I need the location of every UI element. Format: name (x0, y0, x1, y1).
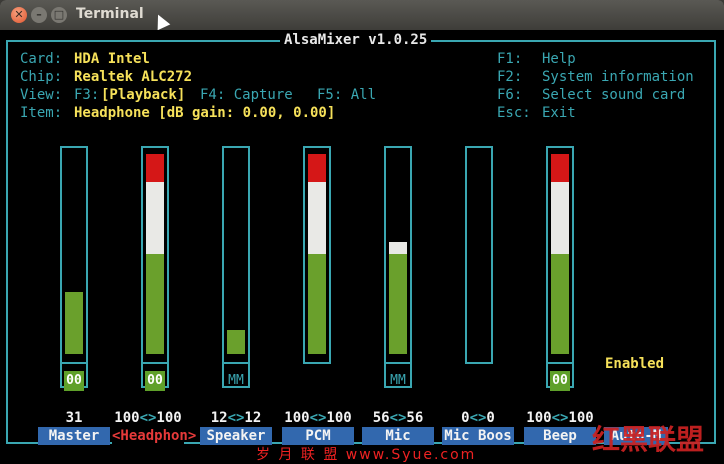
key-f1: F1: (497, 51, 523, 67)
beep-enabled-status: Enabled (605, 356, 665, 372)
volume-value: 56<>56 (362, 410, 434, 426)
volume-level-bar (389, 154, 407, 354)
volume-slider-master[interactable] (60, 146, 88, 364)
chip-value: Realtek ALC272 (74, 69, 193, 85)
level-segment-g (551, 254, 569, 354)
mute-toggle[interactable]: 00 (145, 371, 165, 391)
volume-value: 12<>12 (200, 410, 272, 426)
channel-label[interactable]: Beep (524, 427, 596, 445)
volume-level-bar (227, 154, 245, 354)
volume-value-separator: <> (469, 410, 487, 426)
level-segment-g (227, 330, 245, 354)
volume-value: 31 (38, 410, 110, 426)
volume-level-bar (65, 154, 83, 354)
key-f6-desc: Select sound card (542, 87, 686, 103)
volume-level-bar (308, 154, 326, 354)
volume-value-left: 31 (65, 410, 83, 426)
level-segment-g (389, 254, 407, 354)
volume-value-right: 12 (244, 410, 262, 426)
level-segment-w (551, 182, 569, 254)
level-segment-g (308, 254, 326, 354)
channel-label[interactable]: Mic Boos (442, 427, 514, 445)
key-f6: F6: (497, 87, 523, 103)
volume-value-separator: <> (309, 410, 327, 426)
chip-label: Chip: (20, 69, 63, 85)
volume-value-separator: <> (227, 410, 245, 426)
volume-value-separator: <> (139, 410, 157, 426)
volume-value-left: 100 (114, 410, 140, 426)
item-value: Headphone [dB gain: 0.00, 0.00] (74, 105, 336, 121)
terminal-window: ✕ – □ Terminal AlsaMixer v1.0.25 Card: H… (0, 0, 724, 464)
watermark-text: 岁 月 联 盟 www.Syue.com (256, 447, 477, 463)
channel-label[interactable]: Mic (362, 427, 434, 445)
level-segment-w (389, 242, 407, 254)
mute-toggle[interactable]: 00 (550, 371, 570, 391)
view-f3-key: F3: (74, 87, 100, 103)
mute-toggle[interactable]: MM (388, 371, 408, 391)
volume-level-bar (551, 154, 569, 354)
volume-slider-micboos[interactable] (465, 146, 493, 364)
volume-value-left: 56 (372, 410, 390, 426)
item-label: Item: (20, 105, 63, 121)
volume-value-left: 12 (210, 410, 228, 426)
volume-slider-pcm[interactable] (303, 146, 331, 364)
view-capture[interactable]: F4: Capture (200, 86, 293, 104)
mute-toggle[interactable]: MM (226, 371, 246, 391)
volume-value-right: 100 (326, 410, 352, 426)
volume-slider-mic[interactable] (384, 146, 412, 364)
key-f1-desc: Help (542, 51, 576, 67)
card-label: Card: (20, 51, 63, 67)
volume-value: 0<>0 (442, 410, 514, 426)
maximize-window-button[interactable]: □ (51, 7, 67, 23)
volume-value-left: 0 (461, 410, 470, 426)
volume-level-bar (146, 154, 164, 354)
level-segment-w (308, 182, 326, 254)
view-all[interactable]: F5: All (317, 86, 376, 104)
volume-value-left: 100 (526, 410, 552, 426)
channel-label[interactable]: PCM (282, 427, 354, 445)
volume-value-separator: <> (389, 410, 407, 426)
channel-label[interactable]: Speaker (200, 427, 272, 445)
volume-value: 100<>100 (112, 410, 184, 426)
window-title: Terminal (76, 6, 144, 22)
volume-value-right: 0 (486, 410, 495, 426)
view-label: View: (20, 87, 63, 103)
title-bar: ✕ – □ Terminal (0, 0, 724, 31)
channel-label[interactable]: <Headphon> (112, 427, 196, 445)
level-segment-w (146, 182, 164, 254)
volume-slider-speaker[interactable] (222, 146, 250, 364)
minimize-window-button[interactable]: – (31, 7, 47, 23)
level-segment-r (551, 154, 569, 182)
alsamixer-title: AlsaMixer v1.0.25 (280, 32, 432, 48)
volume-value-left: 100 (284, 410, 310, 426)
card-value: HDA Intel (74, 51, 150, 67)
volume-value-separator: <> (551, 410, 569, 426)
volume-slider-beep[interactable] (546, 146, 574, 364)
mouse-pointer-icon (151, 11, 171, 31)
watermark-logo: 红黑联盟 (592, 423, 705, 456)
volume-value-right: 100 (156, 410, 182, 426)
volume-slider-headphon[interactable] (141, 146, 169, 364)
level-segment-r (146, 154, 164, 182)
key-f2-desc: System information (542, 69, 694, 85)
close-window-button[interactable]: ✕ (11, 7, 27, 23)
terminal-area[interactable]: AlsaMixer v1.0.25 Card: HDA Intel Chip: … (0, 30, 724, 464)
level-segment-g (146, 254, 164, 354)
channel-label[interactable]: Master (38, 427, 110, 445)
volume-level-bar (470, 154, 488, 354)
volume-value-right: 100 (568, 410, 594, 426)
volume-value-right: 56 (406, 410, 424, 426)
level-segment-r (308, 154, 326, 182)
key-esc: Esc: (497, 105, 531, 121)
volume-value: 100<>100 (282, 410, 354, 426)
key-f2: F2: (497, 69, 523, 85)
key-esc-desc: Exit (542, 105, 576, 121)
level-segment-g (65, 292, 83, 354)
view-playback[interactable]: [Playback] (101, 86, 185, 104)
mute-toggle[interactable]: 00 (64, 371, 84, 391)
volume-value: 100<>100 (524, 410, 596, 426)
